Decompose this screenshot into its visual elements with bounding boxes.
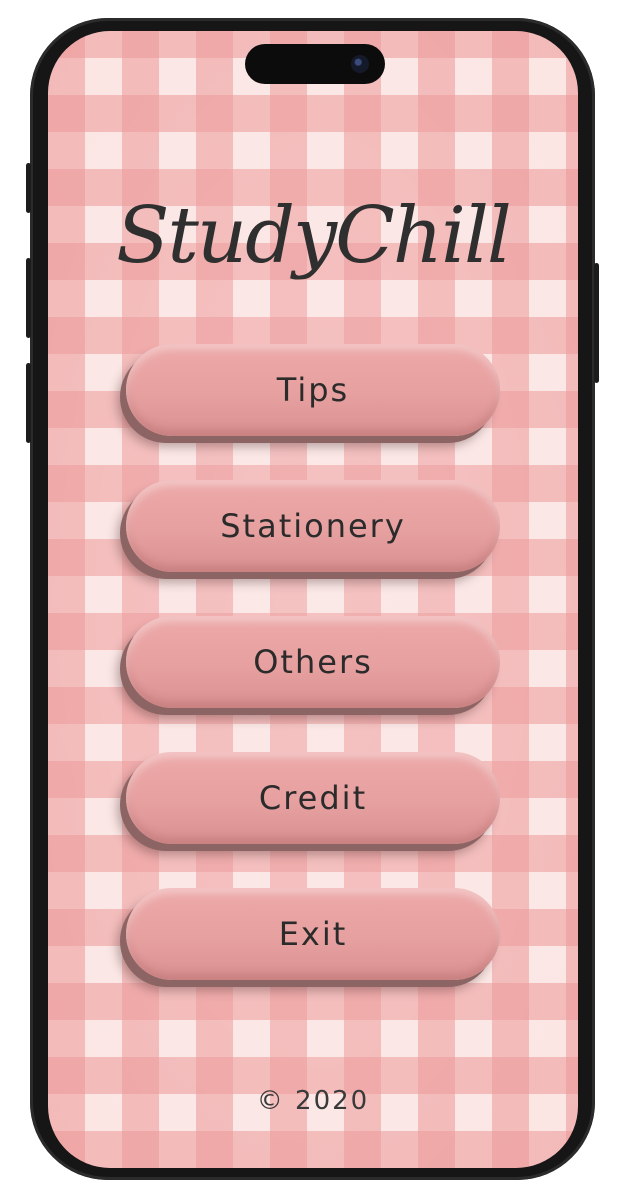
stationery-button[interactable]: Stationery bbox=[126, 480, 500, 572]
copyright-text: © 2020 bbox=[256, 1086, 370, 1116]
dynamic-island bbox=[245, 44, 385, 84]
app-screen: StudyChill Tips Stationery Others Credit… bbox=[48, 31, 578, 1168]
volume-up-button bbox=[26, 258, 31, 338]
side-button bbox=[26, 163, 31, 213]
others-button[interactable]: Others bbox=[126, 616, 500, 708]
camera-icon bbox=[351, 55, 369, 73]
credit-button[interactable]: Credit bbox=[126, 752, 500, 844]
volume-down-button bbox=[26, 363, 31, 443]
power-button bbox=[594, 263, 599, 383]
exit-button[interactable]: Exit bbox=[126, 888, 500, 980]
app-title: StudyChill bbox=[116, 191, 512, 281]
tips-button[interactable]: Tips bbox=[126, 344, 500, 436]
